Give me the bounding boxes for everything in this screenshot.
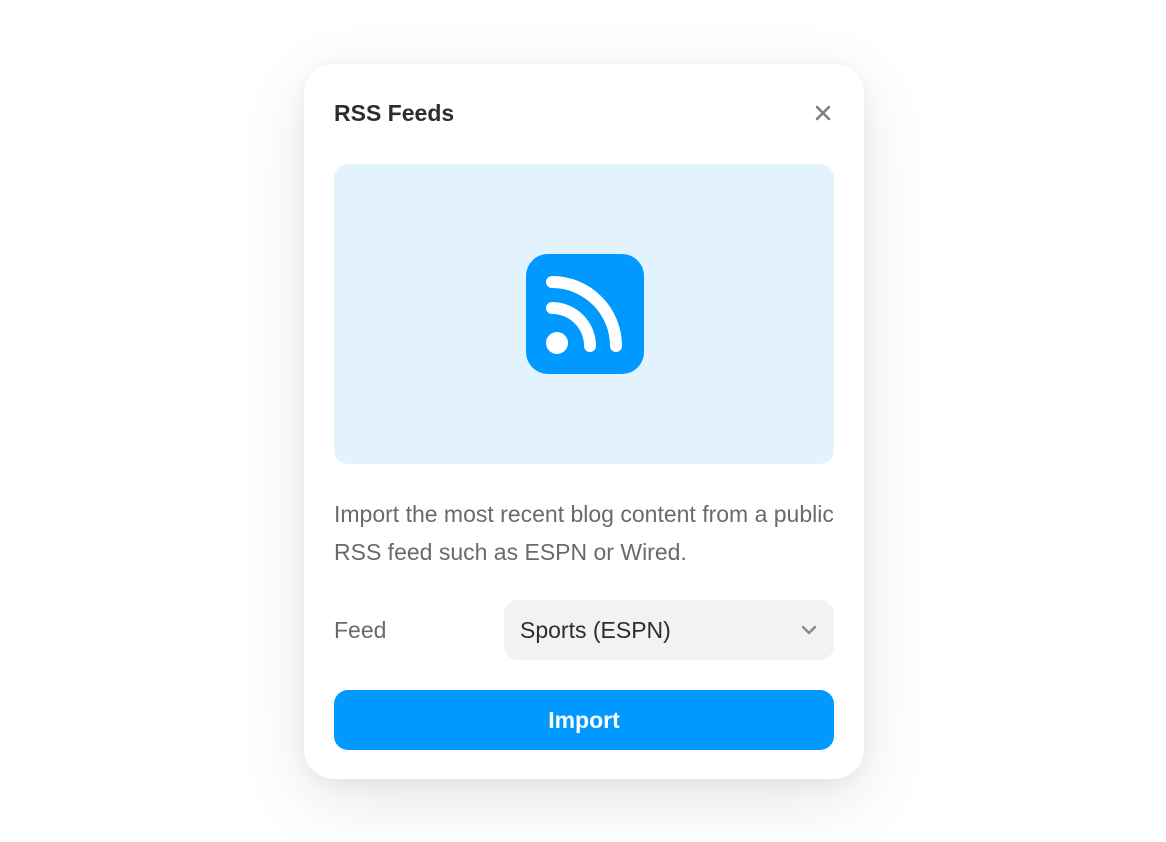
feed-label: Feed <box>334 617 387 643</box>
close-icon[interactable] <box>810 100 836 126</box>
hero-illustration <box>334 164 834 464</box>
feed-select[interactable]: Sports (ESPN) <box>504 600 834 660</box>
feed-select-value: Sports (ESPN) <box>520 617 671 643</box>
dialog-description: Import the most recent blog content from… <box>334 501 834 565</box>
dialog-title: RSS Feeds <box>334 100 455 126</box>
chevron-down-icon <box>800 622 818 638</box>
rss-feeds-dialog: RSS Feeds Import the most recent blog co… <box>304 64 864 779</box>
rss-icon <box>526 254 644 374</box>
import-button[interactable]: Import <box>334 690 834 750</box>
